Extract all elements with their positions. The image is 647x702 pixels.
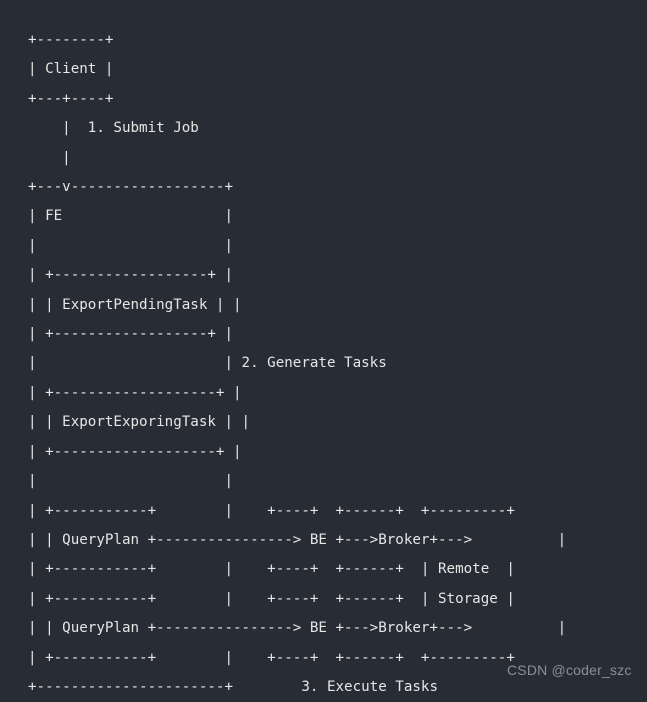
ascii-architecture-diagram: +--------+ | Client | +---+----+ | 1. Su… <box>28 32 567 695</box>
ascii-diagram-canvas: +--------+ | Client | +---+----+ | 1. Su… <box>0 0 647 695</box>
watermark-text: CSDN @coder_szc <box>507 662 632 678</box>
